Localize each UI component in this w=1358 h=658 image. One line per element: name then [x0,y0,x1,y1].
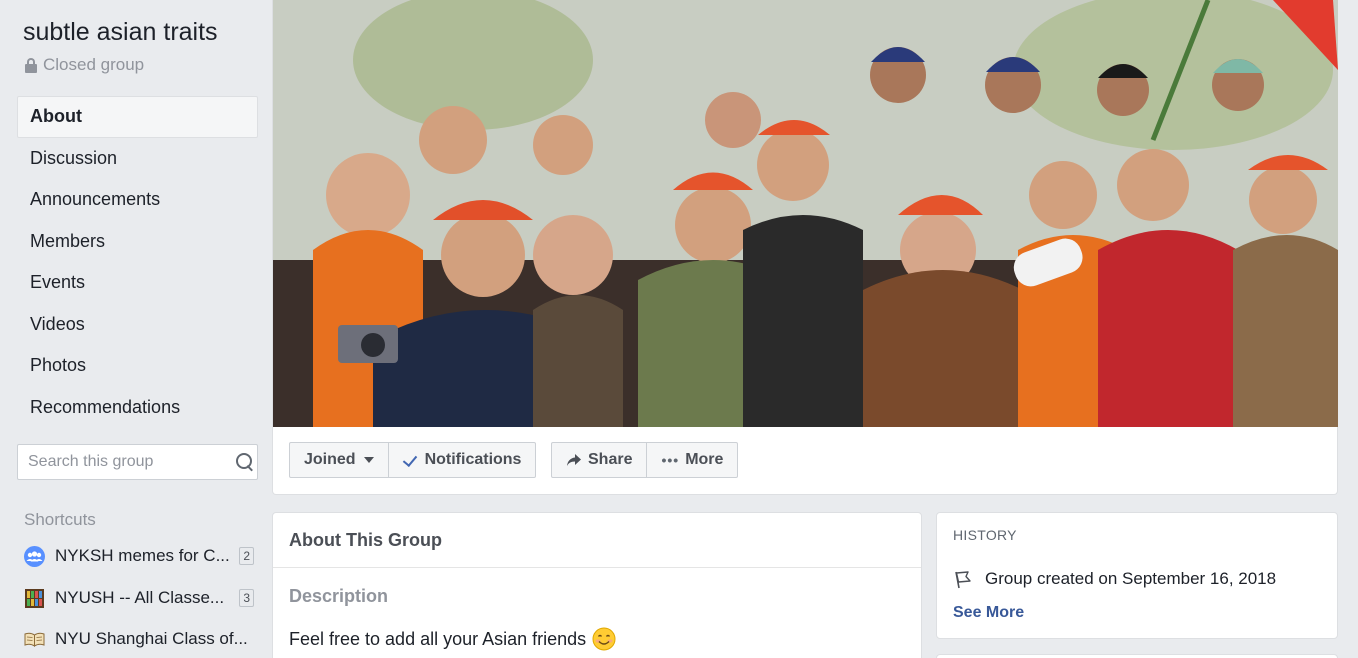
left-sidebar: subtle asian traits Closed group About D… [0,0,272,658]
history-label: HISTORY [953,527,1017,543]
group-search-box [17,444,258,480]
share-label: Share [588,451,633,468]
flag-icon [955,571,971,589]
description-content: Feel free to add all your Asian friends [289,628,587,649]
nav-item-discussion[interactable]: Discussion [17,138,258,180]
description-text: Feel free to add all your Asian friends [289,627,616,651]
shortcut-label: NYKSH memes for C... [55,546,230,565]
search-icon[interactable] [235,452,252,472]
shortcut-label: NYUSH -- All Classe... [55,588,225,607]
joined-label: Joined [304,451,356,468]
share-arrow-icon [567,454,581,466]
book-icon [24,632,45,647]
more-button[interactable]: ••• More [646,443,737,477]
nav-item-about[interactable]: About [17,96,258,138]
nav-item-recommendations[interactable]: Recommendations [17,387,258,429]
group-nav: About Discussion Announcements Members E… [17,96,258,428]
group-created-text: Group created on September 16, 2018 [985,569,1277,588]
more-label: More [685,451,724,468]
cover-photo[interactable] [273,0,1338,427]
shortcuts-title: Shortcuts [24,510,96,529]
notifications-button[interactable]: Notifications [387,443,536,477]
shortcut-label: NYU Shanghai Class of... [55,629,248,648]
nav-item-photos[interactable]: Photos [17,345,258,387]
about-group-card: About This Group Description Feel free t… [272,512,922,658]
see-more-link[interactable]: See More [953,604,1024,622]
group-search-input[interactable] [28,453,235,471]
group-header-card: Joined Notifications Share ••• More [272,0,1338,495]
more-dots-icon: ••• [661,452,680,468]
history-created-row: Group created on September 16, 2018 [953,569,1276,589]
next-card-edge [936,654,1338,658]
notifications-label: Notifications [424,451,522,468]
group-privacy-label: Closed group [43,55,145,74]
description-label: Description [289,586,389,606]
about-card-title: About This Group [273,513,921,568]
group-privacy: Closed group [25,55,144,75]
shortcut-count-badge: 2 [239,547,254,565]
joined-button[interactable]: Joined [290,443,388,477]
membership-button-group: Joined Notifications [289,442,537,478]
shortcut-item[interactable]: NYKSH memes for C... 2 [24,544,254,568]
share-more-button-group: Share ••• More [551,442,739,478]
nav-item-announcements[interactable]: Announcements [17,179,258,221]
checkmark-icon [403,454,419,466]
smiling-face-emoji-icon [592,627,616,651]
history-card: HISTORY Group created on September 16, 2… [936,512,1338,639]
chevron-down-icon [363,457,374,463]
lock-icon [25,57,37,73]
nav-item-members[interactable]: Members [17,221,258,263]
nav-item-events[interactable]: Events [17,262,258,304]
shortcut-item[interactable]: NYUSH -- All Classe... 3 [24,586,254,610]
crowd-photo-illustration [273,0,1338,427]
share-button[interactable]: Share [552,443,646,477]
shortcut-item[interactable]: NYU Shanghai Class of... [24,627,254,651]
group-name[interactable]: subtle asian traits [23,18,218,47]
shortcut-count-badge: 3 [239,589,254,607]
nav-item-videos[interactable]: Videos [17,304,258,346]
group-icon [24,545,45,567]
bookshelf-icon [25,588,44,608]
